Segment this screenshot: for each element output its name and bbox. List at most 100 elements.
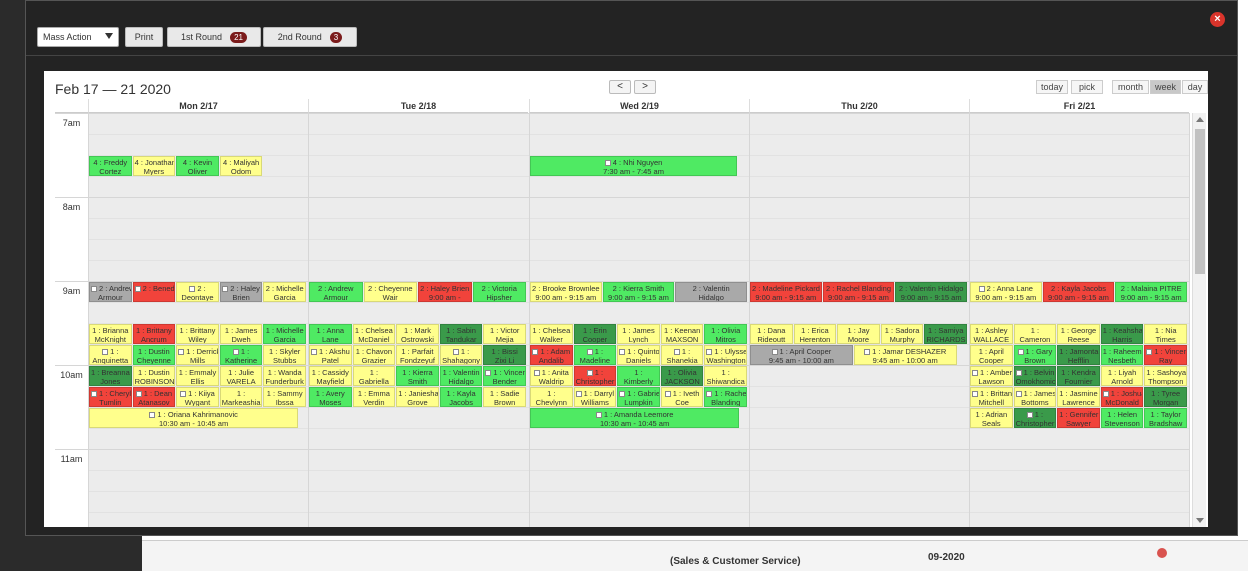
appointment-event[interactable]: 1 : Brittany Wiley (176, 324, 219, 344)
appointment-event[interactable]: 1 : Skyler Stubbs (263, 345, 306, 365)
appointment-event[interactable]: 1 : Adam Andalib (530, 345, 573, 365)
appointment-event[interactable]: 2 : Anna Lane 9:00 am - 9:15 am (970, 282, 1042, 302)
appointment-event[interactable]: 2 : Haley Brien (219, 282, 263, 302)
scroll-up-icon[interactable] (1196, 117, 1204, 122)
appointment-event[interactable]: 4 : Freddy Cortez (89, 156, 132, 176)
vertical-scrollbar[interactable] (1192, 113, 1206, 527)
appointment-event[interactable]: 1 : UlyssesWashington (704, 345, 747, 365)
appointment-event[interactable]: 1 : Anna Lane (309, 324, 352, 344)
event-checkbox[interactable] (149, 412, 156, 419)
appointment-event[interactable]: 1 : Janiesha Grove (396, 387, 439, 407)
event-checkbox[interactable] (586, 349, 593, 356)
close-icon[interactable]: × (1210, 12, 1225, 27)
appointment-event[interactable]: 1 : Cassidy Mayfield (309, 366, 352, 386)
appointment-event[interactable]: 1 : Jamar DESHAZER 9:45 am - 10:00 am (853, 345, 957, 365)
appointment-event[interactable]: 2 : Valentin Hidalgo (675, 282, 747, 302)
appointment-event[interactable]: 1 : Gary Brown (1013, 345, 1057, 365)
appointment-event[interactable]: 1 : Derrick Mills (176, 345, 219, 365)
week-view-button[interactable]: week (1150, 80, 1181, 94)
appointment-event[interactable]: 1 : Dean Atanasov (132, 387, 176, 407)
appointment-event[interactable]: 2 : Malaina PITRE 9:00 am - 9:15 am (1115, 282, 1187, 302)
appointment-event[interactable]: 1 : James Bottoms (1013, 387, 1057, 407)
event-checkbox[interactable] (771, 349, 778, 356)
event-checkbox[interactable] (864, 349, 871, 356)
appointment-event[interactable]: 1 : Amanda Leemore 10:30 am - 10:45 am (530, 408, 740, 428)
event-checkbox[interactable] (485, 370, 492, 377)
appointment-event[interactable]: 1 : Shiwandica (704, 366, 747, 386)
appointment-event[interactable]: 1 : Keenan MAXSON (660, 324, 704, 344)
event-checkbox[interactable] (135, 391, 142, 398)
appointment-event[interactable]: 2 : Rachel Blanding 9:00 am - 9:15 am (822, 282, 895, 302)
appointment-event[interactable]: 1 : Kendra Fournier (1057, 366, 1100, 386)
appointment-event[interactable]: 2 : Haley Brien 9:00 am - (418, 282, 472, 302)
appointment-event[interactable]: 1 : Belvin Omokhomion (1013, 366, 1057, 386)
event-checkbox[interactable] (706, 391, 713, 398)
appointment-event[interactable]: 2 : Benedith (132, 282, 176, 302)
appointment-event[interactable]: 1 : Chevlynn (530, 387, 573, 407)
appointment-event[interactable]: 1 : Breanna Jones (89, 366, 132, 386)
appointment-event[interactable]: 1 : Joshua McDonald (1100, 387, 1144, 407)
appointment-event[interactable]: 4 : Jonathan Myers (132, 156, 176, 176)
event-checkbox[interactable] (1146, 349, 1153, 356)
appointment-event[interactable]: 1 : April Cooper 9:45 am - 10:00 am (750, 345, 853, 365)
appointment-event[interactable]: 1 : Olivia Mitros (704, 324, 747, 344)
first-round-button[interactable]: 1st Round 21 (167, 27, 261, 47)
appointment-event[interactable]: 1 : QuintonDaniels (617, 345, 660, 365)
appointment-event[interactable]: 1 : Helen Stevenson (1100, 408, 1144, 428)
event-checkbox[interactable] (619, 349, 626, 356)
appointment-event[interactable]: 1 : Mark Ostrowski (396, 324, 439, 344)
appointment-event[interactable]: 1 : Brittany Ancrum (132, 324, 176, 344)
event-checkbox[interactable] (586, 370, 593, 377)
event-checkbox[interactable] (978, 286, 985, 293)
appointment-event[interactable]: 1 : Emmaly Ellis (176, 366, 219, 386)
event-checkbox[interactable] (311, 349, 317, 356)
appointment-event[interactable]: 1 : George Reese (1057, 324, 1100, 344)
appointment-event[interactable]: 1 : Cameron (1013, 324, 1057, 344)
event-checkbox[interactable] (91, 286, 97, 293)
scroll-down-icon[interactable] (1196, 518, 1204, 523)
appointment-event[interactable]: 1 : Valentin Hidalgo (439, 366, 483, 386)
appointment-event[interactable]: 1 : Bissi Zixi Li (483, 345, 526, 365)
appointment-event[interactable]: 1 : Kiiya Wygant (176, 387, 219, 407)
appointment-event[interactable]: 2 : Deontaye (176, 282, 219, 302)
appointment-event[interactable]: 2 : Cheyenne Wair (363, 282, 417, 302)
second-round-button[interactable]: 2nd Round 3 (263, 27, 357, 47)
event-checkbox[interactable] (1015, 391, 1022, 398)
appointment-event[interactable]: 1 : Wanda Funderburk (263, 366, 306, 386)
event-checkbox[interactable] (706, 349, 713, 356)
appointment-event[interactable]: 1 : Brianna McKnight (89, 324, 132, 344)
appointment-event[interactable]: 1 : Adrian Seals (970, 408, 1013, 428)
appointment-event[interactable]: 1 : Chavon Grazier (352, 345, 396, 365)
appointment-event[interactable]: 1 : Keahsha Harris (1100, 324, 1144, 344)
appointment-event[interactable]: 1 : Sadora Murphy (880, 324, 924, 344)
appointment-event[interactable]: 1 : James Lynch (617, 324, 660, 344)
pick-button[interactable]: pick (1071, 80, 1103, 94)
event-checkbox[interactable] (222, 286, 229, 293)
appointment-event[interactable]: 1 : Michelle Garcia (263, 324, 306, 344)
appointment-event[interactable]: 1 : Christopher (1013, 408, 1057, 428)
appointment-event[interactable]: 1 : James Dweh (219, 324, 263, 344)
appointment-event[interactable]: 1 : Parfait Fondzeyuf (396, 345, 439, 365)
appointment-event[interactable]: 2 : Madeline Pickard 9:00 am - 9:15 am (750, 282, 822, 302)
appointment-event[interactable]: 1 : Erica Herenton (793, 324, 837, 344)
event-checkbox[interactable] (575, 391, 582, 398)
event-checkbox[interactable] (1017, 349, 1024, 356)
appointment-event[interactable]: 1 : Chelsea McDaniel (352, 324, 396, 344)
scrollbar-thumb[interactable] (1195, 129, 1205, 274)
event-checkbox[interactable] (533, 370, 540, 377)
appointment-event[interactable]: 1 : Victor Mejia (483, 324, 526, 344)
appointment-event[interactable]: 1 : Ashley WALLACE (970, 324, 1013, 344)
appointment-event[interactable]: 1 : Sabin Tandukar (439, 324, 483, 344)
appointment-event[interactable]: 2 : Kayla Jacobs 9:00 am - 9:15 am (1042, 282, 1115, 302)
appointment-event[interactable]: 1 : Markeashia (219, 387, 263, 407)
appointment-event[interactable]: 1 : Olivia JACKSON (660, 366, 704, 386)
appointment-event[interactable]: 1 : Samiya RICHARDS (924, 324, 967, 344)
event-checkbox[interactable] (232, 349, 239, 356)
event-checkbox[interactable] (972, 370, 978, 377)
appointment-event[interactable]: 1 : Emma Verdin (352, 387, 396, 407)
appointment-event[interactable]: 1 : Jay Moore (837, 324, 880, 344)
mass-action-select[interactable]: Mass Action (37, 27, 119, 47)
appointment-event[interactable]: 1 : Akshu Patel (309, 345, 352, 365)
appointment-event[interactable]: 1 : Liyah Arnold (1100, 366, 1144, 386)
appointment-event[interactable]: 1 : Dana Rideoutt (750, 324, 793, 344)
